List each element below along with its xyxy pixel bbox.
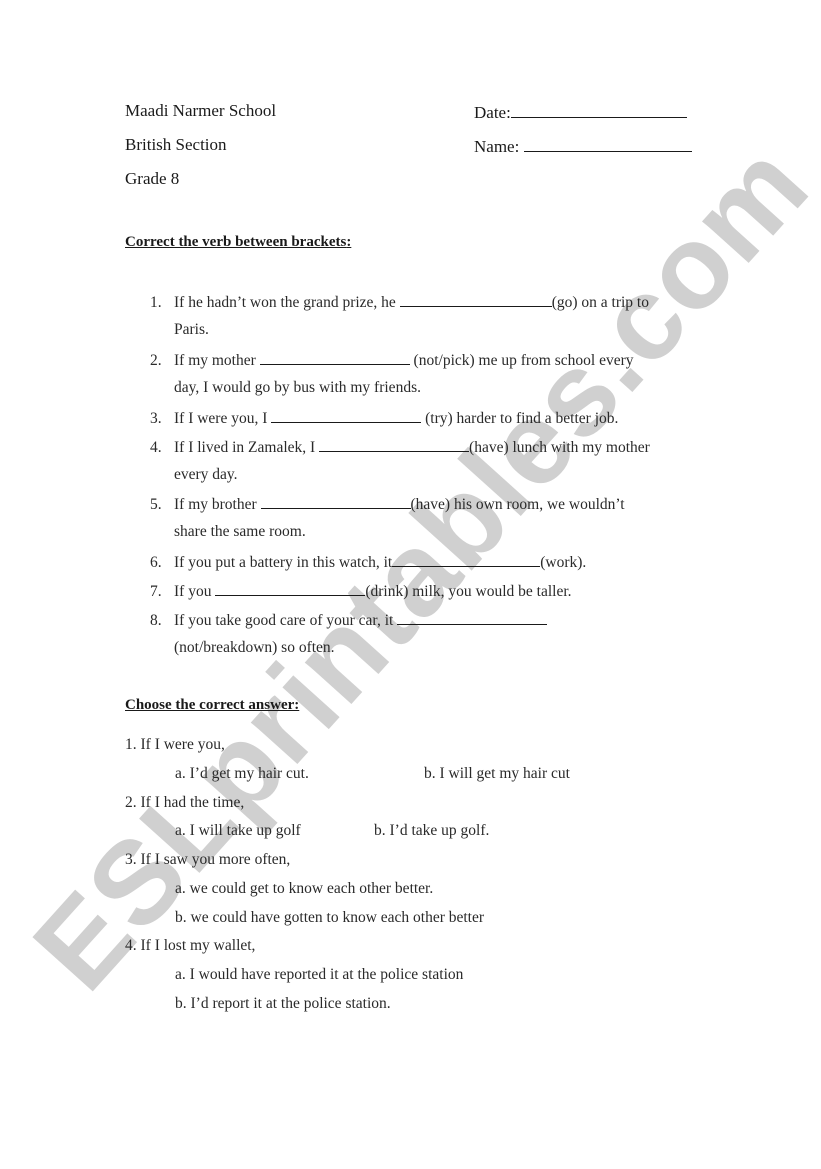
part1-item-1: 1. If he hadn’t won the grand prize, he (… bbox=[150, 292, 649, 312]
part1-title-colon: : bbox=[346, 234, 352, 250]
item-continuation: day, I would go by bus with my friends. bbox=[174, 379, 421, 396]
worksheet-page: Maadi Narmer School British Section Grad… bbox=[0, 0, 821, 1169]
item-text: If he hadn’t won the grand prize, he bbox=[174, 294, 400, 311]
item-text: (have) lunch with my mother bbox=[469, 439, 650, 456]
name-blank[interactable] bbox=[523, 135, 692, 152]
item-text: (drink) milk, you would be taller. bbox=[365, 583, 572, 600]
item-number: 5. bbox=[150, 496, 162, 513]
item-text: If my brother bbox=[174, 496, 261, 513]
answer-blank[interactable] bbox=[319, 437, 470, 452]
item-number: 8. bbox=[150, 612, 162, 629]
part1-item-4: 4. If I lived in Zamalek, I (have) lunch … bbox=[150, 437, 650, 457]
item-number: 7. bbox=[150, 583, 162, 600]
mc-question-3-option-a[interactable]: a. we could get to know each other bette… bbox=[175, 880, 433, 898]
answer-blank[interactable] bbox=[399, 292, 552, 307]
item-text: If you bbox=[174, 583, 216, 600]
item-continuation: (not/breakdown) so often. bbox=[174, 639, 335, 656]
part1-item-8: 8. If you take good care of your car, it bbox=[150, 610, 548, 630]
item-text: (have) his own room, we wouldn’t bbox=[410, 496, 625, 513]
school-name: Maadi Narmer School bbox=[125, 101, 277, 120]
mc-question-3-option-b[interactable]: b. we could have gotten to know each oth… bbox=[175, 909, 484, 927]
mc-question-2-option-b[interactable]: b. I’d take up golf. bbox=[374, 822, 489, 840]
answer-blank[interactable] bbox=[392, 552, 541, 567]
name-field[interactable]: Name: bbox=[474, 135, 692, 157]
answer-blank[interactable] bbox=[271, 408, 422, 423]
part1-item-2: 2. If my mother (not/pick) me up from sch… bbox=[150, 350, 634, 370]
mc-question-3-stem: 3. If I saw you more often, bbox=[125, 851, 291, 868]
item-text: If my mother bbox=[174, 352, 260, 369]
mc-question-2-stem: 2. If I had the time, bbox=[125, 794, 245, 811]
part1-title: Correct the verb between brackets: bbox=[125, 234, 351, 251]
item-number: 2. bbox=[150, 352, 162, 369]
mc-question-1-option-b[interactable]: b. I will get my hair cut bbox=[424, 765, 570, 783]
name-label: Name: bbox=[474, 137, 520, 156]
part1-title-text: Correct the verb between brackets bbox=[125, 234, 347, 250]
item-continuation: every day. bbox=[174, 466, 238, 483]
date-blank[interactable] bbox=[510, 101, 687, 118]
item-text: (try) harder to find a better job. bbox=[421, 410, 619, 427]
item-text: If I lived in Zamalek, I bbox=[174, 439, 320, 456]
item-continuation: share the same room. bbox=[174, 523, 306, 540]
item-text: (not/pick) me up from school every bbox=[409, 352, 634, 369]
part1-item-3: 3. If I were you, I (try) harder to find … bbox=[150, 408, 618, 428]
item-number: 1. bbox=[150, 294, 162, 311]
part2-title: Choose the correct answer: bbox=[125, 697, 300, 713]
answer-blank[interactable] bbox=[260, 494, 411, 509]
item-number: 6. bbox=[150, 554, 162, 571]
item-number: 4. bbox=[150, 439, 162, 456]
mc-question-4-option-a[interactable]: a. I would have reported it at the polic… bbox=[175, 966, 463, 984]
item-text: If I were you, I bbox=[174, 410, 272, 427]
grade-label: Grade 8 bbox=[125, 169, 180, 188]
mc-question-2-option-a[interactable]: a. I will take up golf bbox=[175, 822, 301, 840]
date-label: Date: bbox=[474, 103, 511, 122]
mc-question-1-stem: 1. If I were you, bbox=[125, 736, 225, 753]
part1-item-5: 5. If my brother (have) his own room, we … bbox=[150, 494, 625, 514]
item-text: If you put a battery in this watch, it bbox=[174, 554, 393, 571]
mc-question-4-stem: 4. If I lost my wallet, bbox=[125, 937, 256, 954]
section-name: British Section bbox=[125, 135, 227, 154]
part1-item-6: 6. If you put a battery in this watch, it… bbox=[150, 552, 586, 572]
item-text: If you take good care of your car, it bbox=[174, 612, 398, 629]
part1-item-7: 7. If you (drink) milk, you would be tall… bbox=[150, 581, 572, 601]
answer-blank[interactable] bbox=[259, 350, 410, 365]
mc-question-1-option-a[interactable]: a. I’d get my hair cut. bbox=[175, 765, 309, 783]
mc-question-4-option-b[interactable]: b. I’d report it at the police station. bbox=[175, 995, 391, 1013]
date-field[interactable]: Date: bbox=[474, 101, 687, 123]
item-continuation: Paris. bbox=[174, 321, 209, 338]
answer-blank[interactable] bbox=[215, 581, 366, 596]
item-text: (go) on a trip to bbox=[551, 294, 649, 311]
answer-blank[interactable] bbox=[397, 610, 548, 625]
item-text: (work). bbox=[540, 554, 587, 571]
item-number: 3. bbox=[150, 410, 162, 427]
